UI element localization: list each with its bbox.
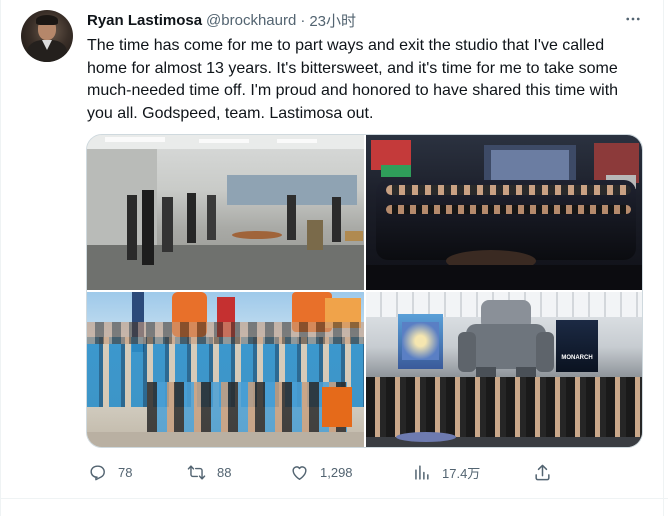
like-count: 1,298: [320, 464, 353, 480]
tweet-timestamp[interactable]: 23小时: [309, 10, 356, 31]
photo-stage-group[interactable]: [366, 135, 642, 290]
author-handle[interactable]: @brockhaurd: [206, 12, 296, 29]
media-grid: MONARCH: [86, 134, 643, 448]
timeline-border-left: [0, 0, 1, 516]
retweet-icon: [187, 464, 206, 480]
views-bar-chart-icon: [415, 464, 429, 480]
more-dots-icon[interactable]: [622, 8, 644, 30]
photo-office-gathering[interactable]: [87, 135, 364, 290]
views-button[interactable]: 17.4万: [412, 462, 480, 482]
author-name[interactable]: Ryan Lastimosa: [87, 12, 202, 29]
share-button[interactable]: [533, 462, 552, 482]
tweet-header: Ryan Lastimosa @brockhaurd · 23小时: [87, 10, 356, 30]
view-count: 17.4万: [442, 465, 481, 481]
tweet-text: The time has come for me to part ways an…: [87, 37, 619, 122]
tweet-actions: 78 88 1,298 17.4万: [0, 462, 668, 482]
retweet-count: 88: [217, 464, 232, 480]
heart-icon: [292, 465, 307, 480]
share-icon: [535, 464, 550, 480]
retweet-button[interactable]: 88: [187, 462, 231, 482]
timeline-border-right: [663, 0, 664, 516]
reply-icon: [90, 464, 105, 480]
separator-dot: ·: [300, 11, 306, 29]
like-button[interactable]: 1,298: [290, 462, 353, 482]
tweet-card[interactable]: Ryan Lastimosa @brockhaurd · 23小时 The ti…: [0, 0, 668, 516]
reply-button[interactable]: 78: [88, 462, 132, 482]
photo-mech-statue-group[interactable]: MONARCH: [366, 292, 642, 447]
poster-monarch-label: MONARCH: [561, 355, 593, 361]
photo-outdoor-team[interactable]: [87, 292, 364, 447]
avatar[interactable]: [21, 10, 73, 62]
reply-count: 78: [118, 464, 133, 480]
tweet-divider: [0, 498, 668, 499]
